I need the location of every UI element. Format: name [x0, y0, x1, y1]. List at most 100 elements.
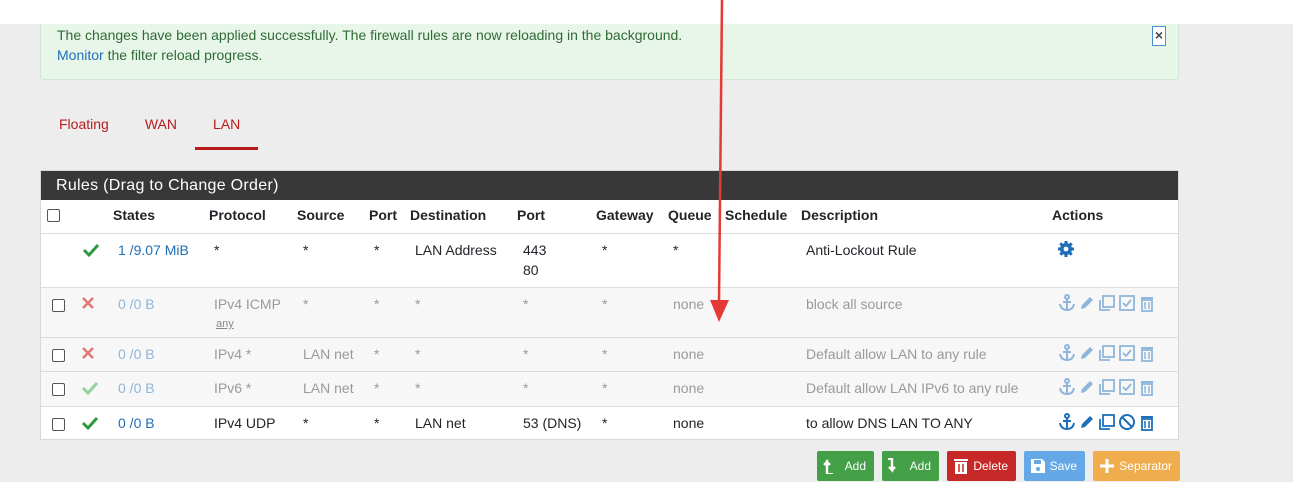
protocol: *: [214, 242, 220, 258]
description: Anti-Lockout Rule: [806, 242, 917, 258]
col-actions: Actions: [1052, 207, 1104, 223]
check-icon: [82, 243, 100, 258]
add-bottom-button[interactable]: Add: [882, 451, 939, 481]
gateway: *: [602, 242, 608, 258]
states-link[interactable]: 0 /0 B: [118, 294, 155, 314]
anchor-icon[interactable]: [1058, 294, 1076, 312]
monitor-link[interactable]: Monitor: [57, 47, 104, 63]
copy-icon[interactable]: [1098, 413, 1116, 431]
states-link[interactable]: 0 /0 B: [118, 378, 155, 398]
interface-tabs: Floating WAN LAN: [41, 110, 259, 150]
col-gateway: Gateway: [596, 207, 654, 223]
select-all-checkbox[interactable]: [47, 209, 60, 222]
source: LAN net: [303, 380, 354, 396]
check-square-icon[interactable]: [1118, 344, 1136, 362]
queue: none: [673, 346, 705, 362]
ban-icon[interactable]: [1118, 413, 1136, 431]
row-actions: [1058, 378, 1156, 396]
top-strip: [0, 0, 1293, 24]
trash-icon: [954, 459, 968, 474]
destination-port: *: [523, 380, 529, 396]
table-row[interactable]: 0 /0 B IPv4 UDP * * LAN net 53 (DNS) * n…: [41, 406, 1178, 440]
col-src-port: Port: [369, 207, 397, 223]
row-checkbox[interactable]: [52, 383, 65, 396]
delete-button[interactable]: Delete: [947, 451, 1016, 481]
gateway: *: [602, 380, 608, 396]
trash-icon[interactable]: [1138, 413, 1156, 431]
protocol: IPv4 ICMP: [214, 296, 281, 312]
states-link[interactable]: 1 /9.07 MiB: [118, 240, 189, 260]
destination-port-2: 80: [523, 262, 539, 278]
anchor-icon[interactable]: [1058, 413, 1076, 431]
pencil-icon[interactable]: [1078, 378, 1096, 396]
states-link[interactable]: 0 /0 B: [118, 413, 155, 433]
arrow-up-icon: [823, 459, 833, 474]
row-actions: [1058, 344, 1156, 362]
protocol: IPv6 *: [214, 380, 252, 396]
tab-floating[interactable]: Floating: [41, 110, 127, 150]
anchor-icon[interactable]: [1058, 378, 1076, 396]
row-checkbox[interactable]: [52, 349, 65, 362]
check-icon: [81, 381, 99, 396]
queue: none: [673, 415, 705, 431]
copy-icon[interactable]: [1098, 344, 1116, 362]
add-top-label: Add: [844, 459, 866, 473]
col-description: Description: [801, 207, 879, 223]
col-dst-port: Port: [517, 207, 545, 223]
trash-icon[interactable]: [1138, 378, 1156, 396]
gateway: *: [602, 346, 608, 362]
source: *: [303, 242, 309, 258]
table-row[interactable]: 1 /9.07 MiB * * * LAN Address 443 80 * *…: [41, 233, 1178, 287]
tab-lan[interactable]: LAN: [194, 110, 259, 150]
separator-button[interactable]: Separator: [1093, 451, 1180, 481]
check-square-icon[interactable]: [1118, 294, 1136, 312]
col-destination: Destination: [410, 207, 487, 223]
table-header: States Protocol Source Port Destination …: [41, 200, 1178, 233]
tab-wan[interactable]: WAN: [127, 110, 195, 150]
source: LAN net: [303, 346, 354, 362]
destination: *: [415, 296, 421, 312]
save-button[interactable]: Save: [1024, 451, 1085, 481]
destination-port: 53 (DNS): [523, 415, 582, 431]
plus-icon: [1100, 459, 1114, 473]
row-checkbox[interactable]: [52, 299, 65, 312]
pencil-icon[interactable]: [1078, 413, 1096, 431]
pencil-icon[interactable]: [1078, 294, 1096, 312]
add-top-button[interactable]: Add: [817, 451, 874, 481]
gateway: *: [602, 296, 608, 312]
col-source: Source: [297, 207, 345, 223]
anchor-icon[interactable]: [1058, 344, 1076, 362]
alert-message: The changes have been applied successful…: [57, 27, 683, 43]
states-link[interactable]: 0 /0 B: [118, 344, 155, 364]
protocol: IPv4 *: [214, 346, 252, 362]
check-icon: [81, 416, 99, 431]
table-row[interactable]: 0 /0 B IPv4 * LAN net * * * * none Defau…: [41, 337, 1178, 371]
copy-icon[interactable]: [1098, 378, 1116, 396]
protocol-subtype[interactable]: any: [216, 314, 234, 334]
check-square-icon[interactable]: [1118, 378, 1136, 396]
alert-close-button[interactable]: ×: [1152, 26, 1166, 46]
protocol: IPv4 UDP: [214, 415, 276, 431]
table-row[interactable]: 0 /0 B IPv6 * LAN net * * * * none Defau…: [41, 371, 1178, 406]
add-bottom-label: Add: [909, 459, 931, 473]
row-checkbox[interactable]: [52, 418, 65, 431]
trash-icon[interactable]: [1138, 344, 1156, 362]
queue: *: [673, 242, 679, 258]
col-states: States: [113, 207, 156, 223]
destination: LAN Address: [415, 242, 497, 258]
description: block all source: [806, 296, 903, 312]
rules-panel: Rules (Drag to Change Order) States Prot…: [40, 170, 1179, 440]
description: to allow DNS LAN TO ANY: [806, 415, 973, 431]
row-actions: [1058, 294, 1156, 312]
pencil-icon[interactable]: [1078, 344, 1096, 362]
queue: none: [673, 380, 705, 396]
source-port: *: [374, 242, 380, 258]
trash-icon[interactable]: [1138, 294, 1156, 312]
table-row[interactable]: 0 /0 B IPv4 ICMP any * * * * * none bloc…: [41, 287, 1178, 337]
gear-icon[interactable]: [1057, 240, 1075, 258]
alert-message-tail: the filter reload progress.: [103, 47, 263, 63]
copy-icon[interactable]: [1098, 294, 1116, 312]
row-actions: [1058, 413, 1156, 431]
alert-text: The changes have been applied successful…: [57, 25, 682, 65]
panel-title: Rules (Drag to Change Order): [41, 171, 1178, 200]
